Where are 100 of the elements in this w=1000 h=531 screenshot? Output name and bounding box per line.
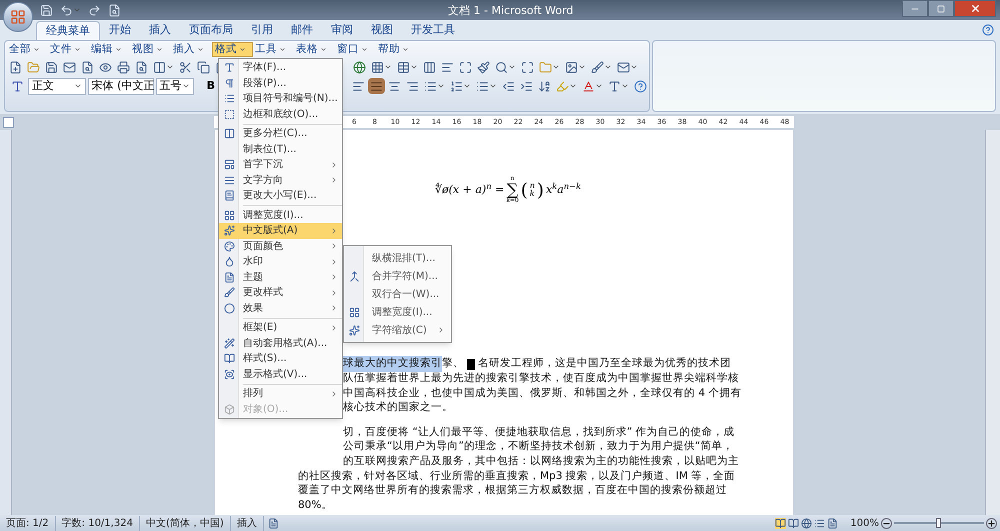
view-icon[interactable] [153,60,166,74]
menu-item[interactable]: 双行合一(W)... [344,285,451,303]
distribute-icon[interactable] [406,80,419,92]
numbering-icon[interactable] [450,80,463,92]
new-document-icon[interactable] [9,60,22,74]
image-icon[interactable] [565,60,578,74]
table-icon[interactable] [397,60,410,74]
format-painter-icon[interactable] [477,60,490,74]
ribbon-tab[interactable]: 插入 [140,21,180,40]
zoom-out-button[interactable] [881,518,892,528]
print-preview-icon[interactable] [81,60,94,74]
reading-layout-icon[interactable] [788,518,800,528]
menu-item[interactable]: 水印 [219,254,342,270]
font-size-dropdown[interactable]: 五号 [156,78,194,94]
menu-bar-item[interactable]: 视图 [130,42,171,57]
maximize-button[interactable] [928,0,954,17]
text-effect-icon[interactable] [608,80,621,92]
menu-item[interactable]: 更改样式 [219,285,342,300]
zoom-icon[interactable] [495,60,508,74]
ribbon-tab[interactable]: 经典菜单 [36,21,100,40]
full-screen-icon[interactable] [521,60,534,74]
draft-icon[interactable] [827,518,838,528]
zoom-in-button[interactable] [986,518,997,528]
menu-item[interactable]: 显示格式(V)... [219,366,342,382]
menu-bar-item[interactable]: 编辑 [89,42,130,57]
menu-item[interactable]: 段落(P)... [219,76,342,91]
menu-item[interactable]: 边框和底纹(O)... [219,106,342,122]
menu-item[interactable]: 制表位(T)... [219,142,342,157]
printer-icon[interactable] [117,60,130,74]
menu-item[interactable]: 排列 [219,386,342,402]
menu-bar-item[interactable]: 窗口 [335,42,376,57]
ribbon-tab[interactable]: 视图 [362,21,402,40]
menu-bar-item[interactable]: 帮助 [376,42,417,57]
ribbon-tab[interactable]: 审阅 [322,21,362,40]
menu-bar-item[interactable]: 格式 [212,42,253,57]
border-icon[interactable] [371,60,384,74]
menu-item[interactable]: 文字方向 [219,172,342,188]
save-icon[interactable] [45,60,58,74]
undo-icon[interactable] [60,4,73,16]
menu-item[interactable]: 项目符号和编号(N)... [219,91,342,106]
menu-item[interactable]: 字符缩放(C) [344,321,451,339]
edit-icon[interactable] [591,60,604,74]
print-layout-icon[interactable] [775,518,786,528]
menu-bar-item[interactable]: 全部 [7,42,48,57]
redo-icon[interactable] [88,4,101,16]
zoom-level[interactable]: 100% [850,516,879,530]
menu-item[interactable]: 样式(S)... [219,351,342,366]
copy-icon[interactable] [197,60,210,74]
menu-bar-item[interactable]: 工具 [253,42,294,57]
bold-button[interactable]: B [204,78,218,94]
sort-icon[interactable] [538,80,551,92]
menu-item[interactable]: 调整宽度(I)... [219,208,342,223]
ribbon-tab[interactable]: 开发工具 [402,21,464,40]
align-left-icon[interactable] [352,80,365,92]
font-icon [224,62,234,74]
outdent-icon[interactable] [502,80,515,92]
search-document-icon[interactable] [135,60,148,74]
web-layout-icon[interactable] [801,518,812,528]
font-color-icon[interactable] [582,80,595,92]
style-icon[interactable] [11,80,24,92]
ribbon-tab[interactable]: 开始 [100,21,140,40]
zoom-thumb[interactable] [936,518,941,528]
indent-icon[interactable] [520,80,533,92]
menu-item[interactable]: 页面颜色 [219,238,342,254]
macro-icon[interactable] [268,518,279,528]
menu-item[interactable]: 首字下沉 [219,157,342,172]
envelope-icon[interactable] [617,60,630,74]
menu-item[interactable]: 更改大小写(E)... [219,188,342,204]
help-icon[interactable] [634,80,647,92]
close-icon [970,3,980,14]
ribbon-tab[interactable]: 引用 [242,21,282,40]
help-icon[interactable] [982,24,994,36]
outline-icon[interactable] [814,518,826,528]
menu-item[interactable]: 主题 [219,270,342,285]
menu-item[interactable]: 纵横混排(T)... [344,249,451,267]
menu-item[interactable]: 调整宽度(I)... [344,303,451,321]
drawing-icon[interactable] [459,60,472,74]
columns-icon[interactable] [423,60,436,74]
menu-item[interactable]: 自动套用格式(A)... [219,336,342,351]
menu-item[interactable]: 更多分栏(C)... [219,126,342,142]
menu-item[interactable]: 合并字符(M)... [344,267,451,285]
menu-bar-item[interactable]: 表格 [294,42,335,57]
menu-bar-item[interactable]: 文件 [48,42,89,57]
style-dropdown[interactable]: 正文 [28,78,86,94]
vertical-scrollbar[interactable] [985,130,1000,515]
menu-item[interactable]: 效果 [219,300,342,316]
font-dropdown[interactable]: 宋体 (中文正 [88,78,154,94]
justify-icon[interactable] [370,80,383,92]
menu-item[interactable]: 框架(E) [219,320,342,336]
align-center-icon[interactable] [388,80,401,92]
ribbon-tab[interactable]: 邮件 [282,21,322,40]
tab-selector[interactable] [3,116,14,128]
menu-item[interactable]: 中文版式(A) [219,223,342,238]
menu-bar-item[interactable]: 插入 [171,42,212,57]
globe-icon[interactable] [353,60,366,74]
menu-item[interactable]: 字体(F)... [219,60,342,76]
preview-icon[interactable] [99,60,112,74]
mail-icon[interactable] [63,60,76,74]
close-button[interactable] [954,0,996,17]
ribbon-tab[interactable]: 页面布局 [180,21,242,40]
